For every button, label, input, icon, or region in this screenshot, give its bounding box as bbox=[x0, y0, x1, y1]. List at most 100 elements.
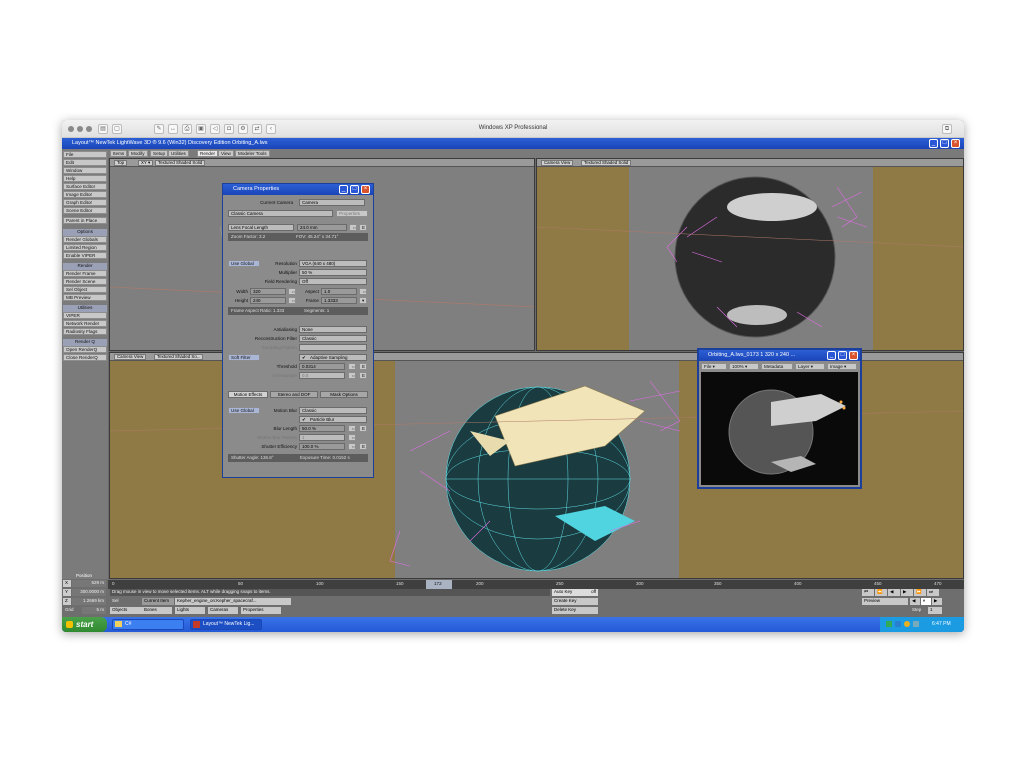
sidebar-close-renderq[interactable]: Close RenderQ bbox=[63, 354, 107, 361]
threshold-field[interactable]: 0.0314 bbox=[299, 363, 345, 370]
maximize-button[interactable]: □ bbox=[940, 139, 949, 148]
taskbar-item-layout[interactable]: Layout™ NewTek Lig... bbox=[190, 619, 262, 630]
frame-select-button[interactable]: ▾ bbox=[359, 297, 367, 304]
sidebar-radiosity-flags[interactable]: Radiosity Flags bbox=[63, 328, 107, 335]
sidebar-render-globals[interactable]: Render Globals bbox=[63, 236, 107, 243]
cameras-button[interactable]: Cameras bbox=[208, 607, 238, 614]
viewport-shade-select[interactable]: Textured Shaded Solid bbox=[581, 160, 632, 166]
motion-use-global-button[interactable]: Use Global bbox=[228, 407, 260, 414]
step-field[interactable]: 1 bbox=[928, 607, 942, 614]
oversample-field[interactable]: 0.0 bbox=[299, 372, 345, 379]
viewport-shade-select[interactable]: Textured Shaded So... bbox=[154, 354, 204, 360]
oversample-arrows-button[interactable]: ⇔ bbox=[348, 372, 356, 379]
motion-blur-select[interactable]: Classic bbox=[299, 407, 367, 414]
prev-key-button[interactable]: ⏪ bbox=[875, 589, 887, 596]
taskbar-item-folder[interactable]: C# bbox=[112, 619, 184, 630]
tab-utilities[interactable]: Utilities bbox=[168, 150, 189, 157]
delete-key-button[interactable]: Delete Key bbox=[552, 607, 598, 614]
sidebar-help[interactable]: Help bbox=[63, 175, 107, 182]
panel-minimize-button[interactable]: _ bbox=[339, 185, 348, 194]
next-frame-button[interactable]: ▶ bbox=[901, 589, 913, 596]
height-arrows-button[interactable]: ⇔ bbox=[288, 297, 296, 304]
z-axis-button[interactable]: Z bbox=[63, 598, 71, 605]
viewport-view-select[interactable]: Camera View bbox=[114, 354, 147, 360]
tray-network-icon[interactable] bbox=[886, 621, 892, 627]
prev-frame-button[interactable]: ◀ bbox=[888, 589, 900, 596]
tab-mask-options[interactable]: Mask Options bbox=[320, 391, 368, 398]
sampling-pattern-select[interactable] bbox=[299, 344, 367, 351]
lights-button[interactable]: Lights bbox=[175, 607, 205, 614]
minimize-button[interactable]: _ bbox=[929, 139, 938, 148]
render-image-menu[interactable]: Image ▾ bbox=[827, 363, 857, 370]
start-button[interactable]: start bbox=[62, 617, 107, 632]
next-key-button[interactable]: ⏩ bbox=[914, 589, 926, 596]
antialiasing-select[interactable]: None bbox=[299, 326, 367, 333]
tab-modeler-tools[interactable]: Modeler Tools bbox=[235, 150, 270, 157]
mb-passes-arrows-button[interactable]: ⇔ bbox=[348, 434, 356, 441]
tab-view[interactable]: View bbox=[218, 150, 234, 157]
resolution-select[interactable]: VGA (640 x 480) bbox=[299, 260, 367, 267]
sidebar-mb-preview[interactable]: MB Preview bbox=[63, 294, 107, 301]
mb-passes-field[interactable]: 1 bbox=[299, 434, 345, 441]
sidebar-file[interactable]: File bbox=[63, 151, 107, 158]
sidebar-sel-object[interactable]: Sel Object bbox=[63, 286, 107, 293]
aspect-arrows-button[interactable]: ⇔ bbox=[359, 288, 367, 295]
tab-render[interactable]: Render bbox=[197, 150, 219, 157]
particle-blur-checkbox[interactable]: ✔ Particle Blur bbox=[299, 416, 367, 423]
objects-button[interactable]: Objects bbox=[110, 607, 142, 614]
create-key-button[interactable]: Create Key bbox=[552, 598, 598, 605]
render-metadata-button[interactable]: Metadata bbox=[761, 363, 793, 370]
tray-security-icon[interactable] bbox=[895, 621, 901, 627]
y-value[interactable]: 300.0000 m bbox=[72, 589, 106, 596]
adaptive-sampling-checkbox[interactable]: ✔ Adaptive Sampling bbox=[299, 354, 367, 361]
sidebar-open-renderq[interactable]: Open RenderQ bbox=[63, 346, 107, 353]
timeline-slider[interactable]: 172 0 50 100 150 200 250 300 350 400 450… bbox=[108, 580, 964, 589]
sidebar-edit[interactable]: Edit bbox=[63, 159, 107, 166]
reconstruction-filter-select[interactable]: Classic bbox=[299, 335, 367, 342]
lens-arrows-button[interactable]: ⇔ bbox=[349, 224, 357, 231]
lens-envelope-button[interactable]: E bbox=[359, 224, 367, 231]
play-button[interactable]: ▶ bbox=[932, 598, 942, 605]
pause-button[interactable]: ⏸ bbox=[921, 598, 931, 605]
auto-key-button[interactable]: Auto Key off bbox=[552, 589, 598, 596]
viewport-view-select[interactable]: Camera View bbox=[541, 160, 574, 166]
render-file-menu[interactable]: File ▾ bbox=[701, 363, 727, 370]
viewport-xy-select[interactable]: XY ▾ bbox=[138, 160, 154, 166]
current-item-select[interactable]: Kepher_engine_on:Kepher_spacecraf... bbox=[175, 598, 291, 605]
shutter-arrows-button[interactable]: ⇔ bbox=[348, 443, 356, 450]
width-field[interactable]: 320 bbox=[250, 288, 286, 295]
goto-end-button[interactable]: ⏭ bbox=[927, 589, 939, 596]
fullscreen-icon[interactable]: ⧉ bbox=[942, 124, 952, 134]
threshold-arrows-button[interactable]: ⇔ bbox=[348, 363, 356, 370]
aspect-field[interactable]: 1.0 bbox=[321, 288, 357, 295]
sidebar-render-scene[interactable]: Render Scene bbox=[63, 278, 107, 285]
render-layer-menu[interactable]: Layer ▾ bbox=[795, 363, 825, 370]
x-axis-button[interactable]: X bbox=[63, 580, 71, 587]
oversample-envelope-button[interactable]: E bbox=[359, 372, 367, 379]
height-field[interactable]: 240 bbox=[250, 297, 286, 304]
tab-stereo-dof[interactable]: Stereo and DOF bbox=[270, 391, 318, 398]
camera-type-properties-button[interactable]: Properties bbox=[336, 210, 368, 217]
tray-alert-icon[interactable] bbox=[904, 621, 910, 627]
x-value[interactable]: 529 m bbox=[72, 580, 106, 587]
sidebar-image-editor[interactable]: Image Editor bbox=[63, 191, 107, 198]
frame-field[interactable]: 1.3333 bbox=[321, 297, 357, 304]
sidebar-viper[interactable]: VIPER bbox=[63, 312, 107, 319]
resolution-use-global-button[interactable]: Use Global bbox=[228, 260, 260, 267]
shutter-efficiency-field[interactable]: 100.0 % bbox=[299, 443, 345, 450]
width-arrows-button[interactable]: ⇔ bbox=[288, 288, 296, 295]
close-button[interactable]: × bbox=[951, 139, 960, 148]
blur-length-field[interactable]: 50.0 % bbox=[299, 425, 345, 432]
sidebar-scene-editor[interactable]: Scene Editor bbox=[63, 207, 107, 214]
tab-motion-effects[interactable]: Motion Effects bbox=[228, 391, 268, 398]
y-axis-button[interactable]: Y bbox=[63, 589, 71, 596]
tab-modify[interactable]: Modify bbox=[128, 150, 148, 157]
field-rendering-select[interactable]: Off bbox=[299, 278, 367, 285]
sidebar-parent-in-place[interactable]: Parent in Place bbox=[63, 217, 107, 224]
tray-volume-icon[interactable] bbox=[913, 621, 919, 627]
sidebar-network-render[interactable]: Network Render bbox=[63, 320, 107, 327]
lens-value-field[interactable]: 24.0 mm bbox=[297, 224, 347, 231]
blur-length-arrows-button[interactable]: ⇔ bbox=[348, 425, 356, 432]
play-back-button[interactable]: ◀ bbox=[910, 598, 920, 605]
render-minimize-button[interactable]: _ bbox=[827, 351, 836, 360]
